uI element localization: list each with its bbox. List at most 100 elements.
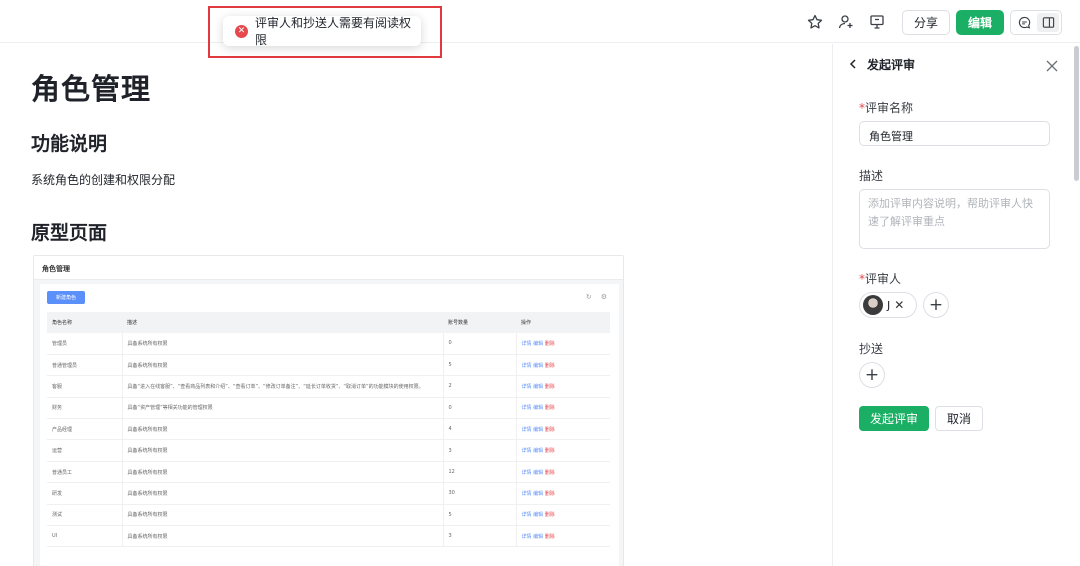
action-delete: 删除 bbox=[544, 340, 555, 347]
action-edit: 编辑 bbox=[533, 448, 544, 455]
action-edit: 编辑 bbox=[533, 490, 544, 497]
action-delete: 删除 bbox=[544, 448, 555, 455]
reviewer-name: J bbox=[887, 298, 891, 312]
cancel-button[interactable]: 取消 bbox=[935, 406, 983, 431]
action-detail: 详情 bbox=[521, 490, 532, 497]
cell-desc: 具备“资产管理”等相关功能的管理权限 bbox=[122, 397, 444, 420]
table-row: 普通员工 具备系统所有权限 12 详情 编辑 删除 bbox=[47, 461, 610, 484]
document-area: 角色管理 功能说明 系统角色的创建和权限分配 原型页面 角色管理 新建角色 ↻ … bbox=[0, 44, 832, 566]
reviewer-label: *评审人 bbox=[859, 272, 902, 286]
cell-role: 普通员工 bbox=[47, 461, 123, 484]
cell-actions: 详情 编辑 删除 bbox=[516, 482, 610, 505]
action-delete: 删除 bbox=[544, 490, 555, 497]
action-delete: 删除 bbox=[544, 383, 555, 390]
action-delete: 删除 bbox=[544, 512, 555, 519]
cell-count: 0 bbox=[443, 397, 517, 420]
start-review-button[interactable]: 发起评审 bbox=[859, 406, 929, 431]
action-detail: 详情 bbox=[521, 448, 532, 455]
table-row: 研发 具备系统所有权限 30 详情 编辑 删除 bbox=[47, 482, 610, 505]
scrollbar[interactable] bbox=[1074, 46, 1079, 181]
table-row: 产品经理 具备系统所有权限 4 详情 编辑 删除 bbox=[47, 418, 610, 441]
table-row: 运营 具备系统所有权限 3 详情 编辑 删除 bbox=[47, 439, 610, 462]
cell-count: 3 bbox=[443, 439, 517, 462]
remove-reviewer-icon[interactable]: ✕ bbox=[894, 298, 904, 312]
settings-icon: ⚙ bbox=[600, 293, 607, 301]
cell-actions: 详情 编辑 删除 bbox=[516, 439, 610, 462]
cell-role: 产品经理 bbox=[47, 418, 123, 441]
cell-actions: 详情 编辑 删除 bbox=[516, 354, 610, 377]
table-header: 操作 bbox=[516, 312, 610, 333]
cell-desc: 具备系统所有权限 bbox=[122, 439, 444, 462]
table-row: 普通管理员 具备系统所有权限 5 详情 编辑 删除 bbox=[47, 354, 610, 377]
close-icon[interactable] bbox=[1045, 58, 1059, 72]
refresh-icon: ↻ bbox=[585, 293, 592, 301]
cell-role: 运营 bbox=[47, 439, 123, 462]
cell-desc: 具备系统所有权限 bbox=[122, 525, 444, 548]
cell-desc: 具备“进入在线客服”、“查看商品列表和介绍”、“查看订单”、“修改订单备注”、“… bbox=[122, 375, 444, 398]
cell-desc: 具备系统所有权限 bbox=[122, 482, 444, 505]
cell-count: 5 bbox=[443, 354, 517, 377]
toast-message: ✕ 评审人和抄送人需要有阅读权限 bbox=[223, 16, 421, 47]
cell-actions: 详情 编辑 删除 bbox=[516, 333, 610, 355]
action-delete: 删除 bbox=[544, 426, 555, 433]
action-delete: 删除 bbox=[544, 469, 555, 476]
view-toggle bbox=[1010, 10, 1062, 35]
error-icon: ✕ bbox=[235, 24, 248, 38]
action-detail: 详情 bbox=[521, 340, 532, 347]
edit-button[interactable]: 编辑 bbox=[956, 10, 1004, 35]
prototype-page-title: 角色管理 bbox=[34, 256, 623, 280]
action-delete: 删除 bbox=[544, 533, 555, 540]
prototype-role-table: 角色名称 描述 账号数量 操作 管理员 具备系统所有权限 0 详情 编辑 删除 普通管… bbox=[47, 312, 610, 548]
description-textarea[interactable]: 添加评审内容说明，帮助评审人快速了解评审重点 bbox=[859, 189, 1050, 249]
cell-role: 客服 bbox=[47, 375, 123, 398]
cell-role: 管理员 bbox=[47, 333, 123, 355]
prototype-image[interactable]: 角色管理 新建角色 ↻ ⚙ 角色名称 描述 账号数量 操作 管理员 具备系统所有权… bbox=[33, 255, 624, 566]
cell-role: 测试 bbox=[47, 504, 123, 527]
chevron-left-icon bbox=[849, 58, 857, 72]
cell-count: 4 bbox=[443, 418, 517, 441]
action-detail: 详情 bbox=[521, 362, 532, 369]
table-row: 测试 具备系统所有权限 5 详情 编辑 删除 bbox=[47, 504, 610, 527]
present-icon[interactable] bbox=[867, 12, 887, 32]
panel-back-button[interactable]: 发起评审 bbox=[849, 56, 915, 73]
add-reviewer-button[interactable]: + bbox=[923, 292, 949, 318]
cell-count: 12 bbox=[443, 461, 517, 484]
table-header-row: 角色名称 描述 账号数量 操作 bbox=[47, 312, 610, 333]
add-cc-button[interactable]: + bbox=[859, 362, 885, 388]
cell-actions: 详情 编辑 删除 bbox=[516, 375, 610, 398]
action-detail: 详情 bbox=[521, 512, 532, 519]
side-panel-icon[interactable] bbox=[1037, 13, 1059, 32]
description-label: 描述 bbox=[859, 169, 884, 183]
share-button[interactable]: 分享 bbox=[902, 10, 950, 35]
cell-desc: 具备系统所有权限 bbox=[122, 354, 444, 377]
cell-actions: 详情 编辑 删除 bbox=[516, 397, 610, 420]
action-edit: 编辑 bbox=[533, 533, 544, 540]
action-delete: 删除 bbox=[544, 405, 555, 412]
action-edit: 编辑 bbox=[533, 383, 544, 390]
cell-desc: 具备系统所有权限 bbox=[122, 504, 444, 527]
add-collaborator-icon[interactable] bbox=[836, 12, 856, 32]
toast-text: 评审人和抄送人需要有阅读权限 bbox=[255, 16, 412, 47]
review-name-input[interactable]: 角色管理 bbox=[859, 121, 1050, 146]
action-detail: 详情 bbox=[521, 383, 532, 390]
action-edit: 编辑 bbox=[533, 340, 544, 347]
top-bar: 分享 编辑 bbox=[0, 0, 1080, 43]
cell-desc: 具备系统所有权限 bbox=[122, 461, 444, 484]
cell-count: 0 bbox=[443, 333, 517, 355]
cell-count: 30 bbox=[443, 482, 517, 505]
action-edit: 编辑 bbox=[533, 405, 544, 412]
table-row: 客服 具备“进入在线客服”、“查看商品列表和介绍”、“查看订单”、“修改订单备注”… bbox=[47, 375, 610, 398]
star-icon[interactable] bbox=[805, 12, 825, 32]
cell-actions: 详情 编辑 删除 bbox=[516, 461, 610, 484]
action-edit: 编辑 bbox=[533, 469, 544, 476]
avatar bbox=[863, 295, 883, 315]
prototype-card: 新建角色 ↻ ⚙ 角色名称 描述 账号数量 操作 管理员 具备系统所有权限 0 详情 … bbox=[40, 284, 619, 566]
action-detail: 详情 bbox=[521, 533, 532, 540]
panel-title: 发起评审 bbox=[867, 58, 916, 72]
table-header: 账号数量 bbox=[443, 312, 516, 333]
comment-icon[interactable] bbox=[1013, 13, 1035, 32]
cc-label: 抄送 bbox=[859, 342, 884, 356]
action-edit: 编辑 bbox=[533, 512, 544, 519]
section-heading-prototype: 原型页面 bbox=[31, 222, 108, 244]
table-row: 财务 具备“资产管理”等相关功能的管理权限 0 详情 编辑 删除 bbox=[47, 397, 610, 420]
